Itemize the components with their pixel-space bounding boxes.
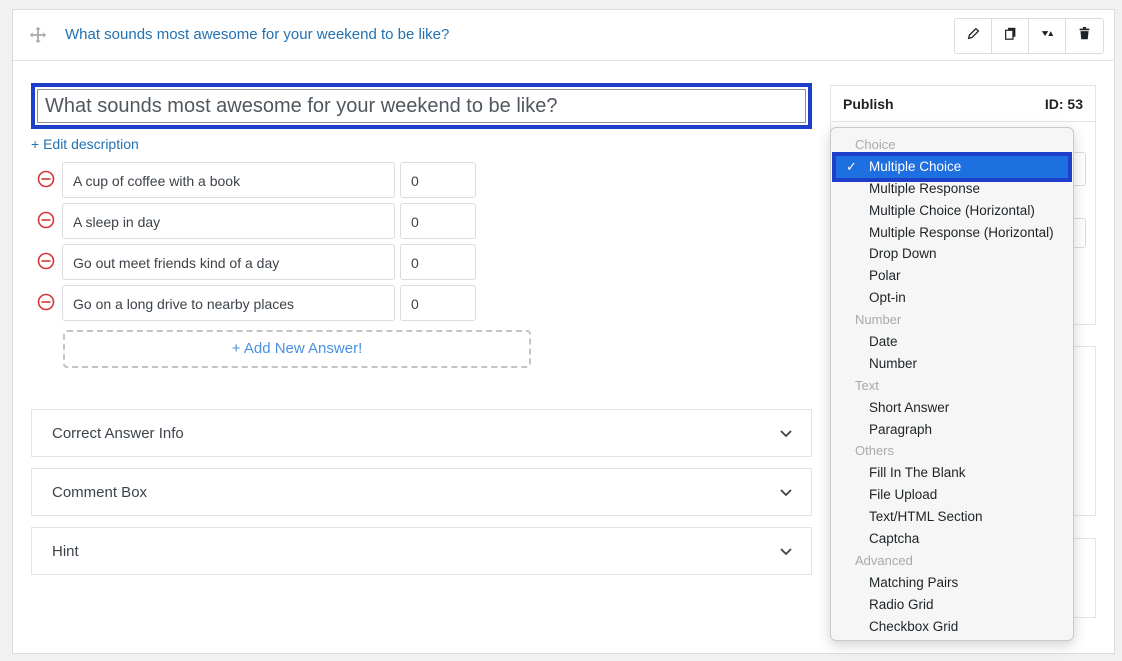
- dropdown-option-label: Multiple Choice: [869, 158, 962, 174]
- answer-points-input[interactable]: 0: [400, 203, 476, 239]
- publish-header: Publish ID: 53: [831, 86, 1095, 122]
- dropdown-option[interactable]: Captcha: [831, 528, 1073, 550]
- dropdown-group-label: Others: [855, 443, 895, 459]
- section-comment-box[interactable]: Comment Box: [31, 468, 812, 516]
- dropdown-option[interactable]: Number: [831, 353, 1073, 375]
- dropdown-option[interactable]: File Upload: [831, 484, 1073, 506]
- dropdown-option[interactable]: Matching Pairs: [831, 572, 1073, 594]
- delete-button[interactable]: [1066, 19, 1103, 53]
- edit-button[interactable]: [955, 19, 992, 53]
- pencil-icon: [967, 27, 980, 45]
- section-correct-answer-info[interactable]: Correct Answer Info: [31, 409, 812, 457]
- duplicate-button[interactable]: [992, 19, 1029, 53]
- answer-points-input[interactable]: 0: [400, 244, 476, 280]
- add-new-answer-button[interactable]: + Add New Answer!: [63, 330, 531, 368]
- answer-text-input[interactable]: A cup of coffee with a book: [62, 162, 395, 198]
- remove-answer-icon[interactable]: [37, 170, 55, 188]
- dropdown-option[interactable]: Drop Down: [831, 243, 1073, 265]
- dropdown-option[interactable]: Paragraph: [831, 419, 1073, 441]
- collapse-icon: [1041, 27, 1054, 45]
- publish-title: Publish: [843, 96, 894, 112]
- question-header-title[interactable]: What sounds most awesome for your weeken…: [65, 26, 449, 43]
- chevron-down-icon: [779, 486, 793, 500]
- question-type-dropdown: Choice ✓ Multiple Choice Multiple Respon…: [830, 127, 1074, 641]
- dropdown-option[interactable]: Multiple Response: [831, 178, 1073, 200]
- answer-text-input[interactable]: A sleep in day: [62, 203, 395, 239]
- question-toolbar: [954, 18, 1104, 54]
- answer-points-input[interactable]: 0: [400, 285, 476, 321]
- section-hint[interactable]: Hint: [31, 527, 812, 575]
- chevron-down-icon: [779, 427, 793, 441]
- section-label: Comment Box: [52, 484, 148, 501]
- checkmark-icon: ✓: [846, 158, 857, 174]
- dropdown-group-label: Advanced: [855, 552, 913, 568]
- section-label: Correct Answer Info: [52, 425, 184, 442]
- answer-points-input[interactable]: 0: [400, 162, 476, 198]
- question-title-input-highlight: What sounds most awesome for your weeken…: [31, 83, 812, 129]
- section-label: Hint: [52, 543, 79, 560]
- dropdown-option[interactable]: Multiple Response (Horizontal): [831, 222, 1073, 244]
- question-card-header: What sounds most awesome for your weeken…: [13, 10, 1114, 61]
- dropdown-group-label: Choice: [855, 137, 896, 152]
- edit-description-link[interactable]: + Edit description: [31, 136, 139, 152]
- dropdown-option[interactable]: Short Answer: [831, 397, 1073, 419]
- dropdown-option[interactable]: Text/HTML Section: [831, 506, 1073, 528]
- dropdown-option[interactable]: Polar: [831, 265, 1073, 287]
- dropdown-group-label: Number: [855, 312, 902, 328]
- dropdown-option[interactable]: Radio Grid: [831, 594, 1073, 616]
- answer-text-input[interactable]: Go out meet friends kind of a day: [62, 244, 395, 280]
- question-title-input[interactable]: What sounds most awesome for your weeken…: [37, 89, 806, 123]
- move-handle-icon[interactable]: [29, 26, 47, 44]
- dropdown-option[interactable]: Opt-in: [831, 287, 1073, 309]
- remove-answer-icon[interactable]: [37, 293, 55, 311]
- dropdown-group-label: Text: [855, 377, 879, 393]
- dropdown-option[interactable]: Date: [831, 331, 1073, 353]
- question-id-label: ID: 53: [1044, 96, 1083, 112]
- dropdown-option-selected[interactable]: ✓ Multiple Choice: [832, 151, 1072, 182]
- remove-answer-icon[interactable]: [37, 252, 55, 270]
- dropdown-option[interactable]: Fill In The Blank: [831, 462, 1073, 484]
- remove-answer-icon[interactable]: [37, 211, 55, 229]
- answer-text-input[interactable]: Go on a long drive to nearby places: [62, 285, 395, 321]
- duplicate-icon: [1004, 27, 1017, 45]
- collapse-toggle-button[interactable]: [1029, 19, 1066, 53]
- chevron-down-icon: [779, 545, 793, 559]
- dropdown-option[interactable]: Multiple Choice (Horizontal): [831, 200, 1073, 222]
- dropdown-option[interactable]: Checkbox Grid: [831, 616, 1073, 638]
- trash-icon: [1078, 27, 1091, 45]
